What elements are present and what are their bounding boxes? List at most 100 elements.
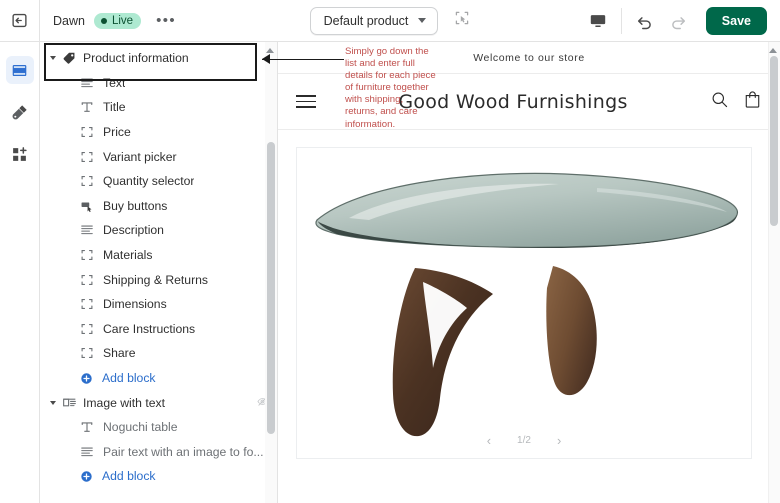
sidebar-item-label: Care Instructions [103,321,196,336]
custom-block-icon [81,250,93,261]
preview-scrollbar-thumb[interactable] [770,56,778,226]
add-block-button[interactable]: Add block [40,464,277,489]
topbar-right-group: Save [581,0,780,42]
scroll-up-icon[interactable] [266,48,274,53]
sidebar-scrollbar-thumb[interactable] [267,142,275,434]
sidebar-block-description[interactable]: Description [40,218,277,243]
sidebar-item-label: Variant picker [103,149,177,164]
buy-buttons-icon [81,202,92,212]
text-lines-icon [81,78,93,88]
sidebar-item-label: Noguchi table [103,420,178,435]
preview-scrollbar[interactable] [768,42,780,503]
sidebar-item-label: Materials [103,248,153,263]
inspector-toggle-button[interactable] [454,10,470,31]
custom-block-icon [81,323,93,334]
redo-icon [672,16,686,29]
sidebar-item-label: Pair text with an image to fo... [103,444,264,459]
sidebar-block-materials[interactable]: Materials [40,243,277,268]
sidebar-block-shipping-returns[interactable]: Shipping & Returns [40,267,277,292]
custom-block-icon [81,274,93,285]
live-dot-icon [100,17,107,24]
exit-editor-button[interactable] [0,0,40,42]
sidebar-block-text[interactable]: Text [40,71,277,96]
custom-block-icon [81,176,93,187]
sidebar-block-quantity-selector[interactable]: Quantity selector [40,169,277,194]
chevron-down-icon[interactable] [50,56,56,61]
annotation-callout: Simply go down the list and enter full d… [345,46,436,130]
undo-button[interactable] [628,0,662,42]
rail-item-theme-settings[interactable] [6,98,34,126]
custom-block-icon [81,348,93,359]
sidebar-item-label: Product information [83,51,189,66]
custom-block-icon [80,322,94,336]
add-circle-icon [80,470,93,483]
theme-name: Dawn [53,13,85,28]
status-badge: Live [93,12,142,29]
cart-icon[interactable] [743,90,762,114]
text-lines-icon [80,76,94,90]
sidebar-block-variant-picker[interactable]: Variant picker [40,144,277,169]
exit-arrow-icon [12,13,27,28]
rail-item-apps[interactable] [6,140,34,168]
save-button[interactable]: Save [705,7,767,35]
rail-item-sections[interactable] [5,56,34,84]
sidebar-block-noguchi-table[interactable]: Noguchi table [40,415,277,440]
product-image [297,148,751,458]
sidebar-block-care-instructions[interactable]: Care Instructions [40,317,277,342]
add-block-button[interactable]: Add block [40,366,277,391]
chevron-down-icon[interactable] [50,400,56,405]
more-options-button[interactable]: ••• [150,13,182,28]
toolbar-divider [620,8,622,34]
text-lines-icon [80,223,94,237]
custom-block-icon [80,125,94,139]
sidebar-block-title[interactable]: Title [40,95,277,120]
title-t-icon [81,102,93,113]
template-selector-label: Default product [323,13,409,28]
text-lines-icon [81,447,93,456]
left-icon-rail [0,42,40,503]
add-circle-icon [81,372,92,384]
custom-block-icon [80,174,94,188]
sidebar-item-label: Quantity selector [103,174,195,189]
sidebar-block-dimensions[interactable]: Dimensions [40,292,277,317]
sections-list: Product information Text Title Price Variant… [40,42,277,489]
sidebar-section-image-with-text[interactable]: Image with text [40,390,277,415]
sidebar-scrollbar[interactable] [265,42,277,503]
device-preview-button[interactable] [581,0,615,42]
sidebar-item-label: Shipping & Returns [103,272,209,287]
sidebar-item-label: Share [103,346,136,361]
text-lines-icon [81,226,93,235]
tag-icon [62,51,77,66]
sections-sidebar: Product information Text Title Price Variant… [40,42,278,503]
sidebar-block-pair-text-with-an-image-to-fo[interactable]: Pair text with an image to fo... [40,440,277,465]
custom-block-icon [80,297,94,311]
add-circle-icon [80,372,93,385]
media-pagination: ‹ 1/2 › [297,433,751,448]
media-counter: 1/2 [517,435,531,446]
redo-button[interactable] [662,0,696,42]
undo-icon [638,16,652,29]
sidebar-item-label: Dimensions [103,297,167,312]
hamburger-icon[interactable] [296,95,316,108]
top-toolbar: Dawn Live ••• Default product Save [0,0,780,42]
product-media-card: ‹ 1/2 › [296,147,752,459]
custom-block-icon [81,127,93,138]
next-media-button[interactable]: › [557,433,561,448]
sidebar-section-product-information[interactable]: Product information [40,46,277,71]
chevron-down-icon [418,18,427,23]
desktop-icon [590,15,605,27]
template-selector[interactable]: Default product [309,6,439,35]
prev-media-button[interactable]: ‹ [487,433,491,448]
title-t-icon [81,422,93,433]
image-with-text-icon [63,398,76,407]
tag-icon [63,52,75,64]
sidebar-block-share[interactable]: Share [40,341,277,366]
sidebar-block-price[interactable]: Price [40,120,277,145]
sidebar-block-buy-buttons[interactable]: Buy buttons [40,194,277,219]
search-icon[interactable] [710,90,729,114]
theme-settings-icon [12,105,27,120]
title-t-icon [80,420,94,434]
preview-scroll-up-icon[interactable] [769,48,777,53]
sidebar-item-label: Title [103,100,126,115]
sidebar-item-label: Add block [102,469,156,484]
